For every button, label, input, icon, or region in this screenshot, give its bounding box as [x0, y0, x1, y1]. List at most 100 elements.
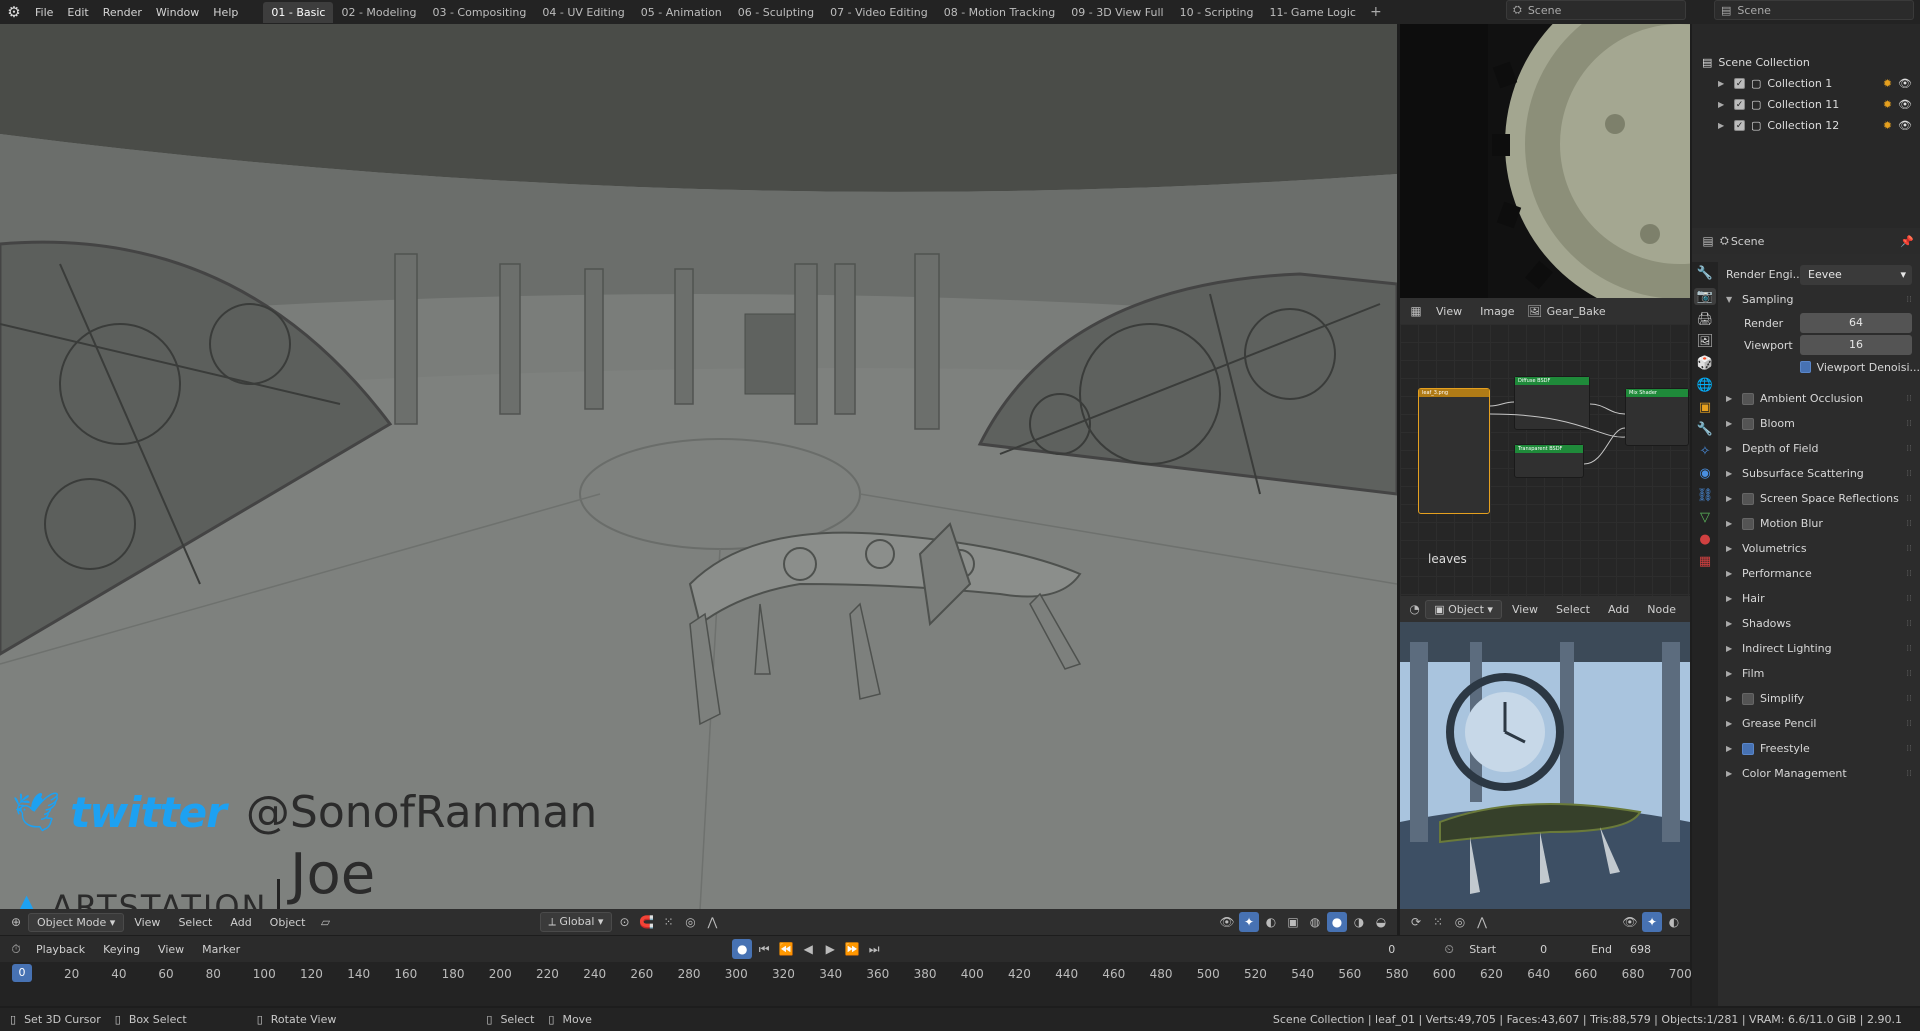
render-engine-dropdown[interactable]: Eevee ▾	[1800, 264, 1912, 285]
object-mode-dropdown[interactable]: Object Mode ▾	[28, 912, 125, 932]
panel-checkbox[interactable]	[1742, 417, 1754, 430]
drag-handle-icon[interactable]: ⁞⁞	[1906, 469, 1912, 479]
outliner-item-collection-11[interactable]: ▶ ✓ ▢ Collection 11 ✹ 👁	[1692, 94, 1920, 115]
drag-handle-icon[interactable]: ⁞⁞	[1906, 419, 1912, 429]
3d-viewport[interactable]: 🕊 twitter @SonofRanman ▲ ARTSTATION Joe …	[0, 24, 1397, 910]
timeline-editor-type-icon[interactable]: ⏱	[6, 939, 26, 959]
tab-08-motion-tracking[interactable]: 08 - Motion Tracking	[936, 2, 1064, 23]
object-tab-icon[interactable]: ▣	[1699, 400, 1711, 415]
collection-checkbox[interactable]: ✓	[1734, 99, 1745, 110]
panel-checkbox[interactable]	[1742, 392, 1754, 405]
gizmo-icon[interactable]: ✦	[1239, 912, 1259, 932]
transform-orientation-dropdown[interactable]: ⟂ Global ▾	[539, 912, 613, 932]
tab-03-compositing[interactable]: 03 - Compositing	[424, 2, 534, 23]
render-snap-icon[interactable]: ⁙	[1428, 912, 1448, 932]
render-samples-field[interactable]: 64	[1800, 313, 1912, 333]
drag-handle-icon[interactable]: ⁞⁞	[1906, 744, 1912, 754]
drag-handle-icon[interactable]: ⁞⁞	[1906, 444, 1912, 454]
panel-ambient-occlusion[interactable]: ▶ Ambient Occlusion ⁞⁞	[1718, 386, 1920, 411]
panel-indirect-lighting[interactable]: ▶ Indirect Lighting ⁞⁞	[1718, 636, 1920, 661]
rendered-shading-icon[interactable]: ◒	[1371, 912, 1391, 932]
render-gizmo-icon[interactable]: ✦	[1642, 912, 1662, 932]
pivot-icon[interactable]: ⊙	[614, 912, 634, 932]
expand-arrow-icon[interactable]: ▶	[1718, 79, 1728, 88]
falloff-icon[interactable]: ⋀	[702, 912, 722, 932]
drag-handle-icon[interactable]: ⁞⁞	[1906, 394, 1912, 404]
constraints-tab-icon[interactable]: ⛓	[1697, 488, 1714, 503]
render-menu-view[interactable]: View	[1504, 601, 1546, 618]
drag-handle-icon[interactable]: ⁞⁞	[1906, 544, 1912, 554]
view-layer-tab-icon[interactable]: 🖼	[1697, 334, 1714, 349]
jump-keyframe-forward-icon[interactable]: ⏩	[842, 939, 862, 959]
drag-handle-icon[interactable]: ⁞⁞	[1906, 569, 1912, 579]
add-workspace-icon[interactable]: +	[1364, 4, 1388, 20]
drag-handle-icon[interactable]: ⁞⁞	[1906, 519, 1912, 529]
viewport-denoise-checkbox[interactable]	[1800, 361, 1811, 373]
viewport-menu-add[interactable]: Add	[222, 914, 259, 931]
box-select-icon[interactable]: ▱	[316, 912, 336, 932]
collection-checkbox[interactable]: ✓	[1734, 120, 1745, 131]
outliner-item-collection-12[interactable]: ▶ ✓ ▢ Collection 12 ✹ 👁	[1692, 115, 1920, 136]
timeline-menu-marker[interactable]: Marker	[194, 941, 248, 958]
visibility-icon[interactable]: 👁	[1217, 912, 1237, 932]
panel-freestyle[interactable]: ▶ Freestyle ⁞⁞	[1718, 736, 1920, 761]
image-browse-icon[interactable]: 🖼	[1525, 301, 1545, 321]
image-editor[interactable]	[1400, 24, 1690, 300]
menu-help[interactable]: Help	[206, 6, 245, 19]
node-editor[interactable]: leaf_3.png Diffuse BSDF Mix Shader Trans…	[1400, 324, 1690, 596]
tab-06-sculpting[interactable]: 06 - Sculpting	[730, 2, 822, 23]
outliner-item-collection-1[interactable]: ▶ ✓ ▢ Collection 1 ✹ 👁	[1692, 73, 1920, 94]
particles-tab-icon[interactable]: ✧	[1700, 444, 1711, 459]
play-reverse-icon[interactable]: ◀	[798, 939, 818, 959]
panel-checkbox[interactable]	[1742, 692, 1754, 705]
tool-tab-icon[interactable]: 🔧	[1697, 266, 1713, 281]
panel-screen-space-reflections[interactable]: ▶ Screen Space Reflections ⁞⁞	[1718, 486, 1920, 511]
visibility-eye-icon[interactable]: 👁	[1898, 119, 1912, 132]
timeline-menu-keying[interactable]: Keying	[95, 941, 148, 958]
drag-handle-icon[interactable]: ⁞⁞	[1906, 719, 1912, 729]
panel-checkbox[interactable]	[1742, 492, 1754, 505]
panel-subsurface-scattering[interactable]: ▶ Subsurface Scattering ⁞⁞	[1718, 461, 1920, 486]
panel-film[interactable]: ▶ Film ⁞⁞	[1718, 661, 1920, 686]
render-proportional-icon[interactable]: ◎	[1450, 912, 1470, 932]
tab-02-modeling[interactable]: 02 - Modeling	[333, 2, 424, 23]
end-frame-field[interactable]: 698	[1630, 943, 1651, 956]
render-falloff-icon[interactable]: ⋀	[1472, 912, 1492, 932]
image-name[interactable]: Gear_Bake	[1547, 305, 1606, 318]
outliner-root[interactable]: ▤ Scene Collection	[1692, 52, 1920, 73]
texture-tab-icon[interactable]: ▦	[1699, 554, 1711, 569]
viewport-menu-view[interactable]: View	[126, 914, 168, 931]
drag-handle-icon[interactable]: ⁞⁞	[1906, 644, 1912, 654]
current-frame-field[interactable]: 0	[1388, 943, 1395, 956]
viewport-samples-field[interactable]: 16	[1800, 335, 1912, 355]
physics-tab-icon[interactable]: ◉	[1699, 466, 1710, 481]
overlays-icon[interactable]: ◐	[1261, 912, 1281, 932]
scene-selector[interactable]: ⛭ Scene	[1506, 0, 1686, 20]
playhead-marker[interactable]: 0	[12, 964, 32, 982]
play-icon[interactable]: ▶	[820, 939, 840, 959]
menu-window[interactable]: Window	[149, 6, 206, 19]
scene-tab-icon[interactable]: 🎲	[1697, 356, 1713, 371]
modifier-tab-icon[interactable]: 🔧	[1697, 422, 1713, 437]
render-mode-dropdown[interactable]: ▣ Object ▾	[1425, 599, 1502, 619]
wireframe-shading-icon[interactable]: ◍	[1305, 912, 1325, 932]
render-visibility-icon[interactable]: 👁	[1620, 912, 1640, 932]
drag-handle-icon[interactable]: ⁞⁞	[1906, 694, 1912, 704]
tab-10-scripting[interactable]: 10 - Scripting	[1172, 2, 1262, 23]
drag-handle-icon[interactable]: ⁞⁞	[1906, 769, 1912, 779]
properties-editor-type-icon[interactable]: ▤	[1698, 231, 1718, 251]
rendered-viewport[interactable]	[1400, 622, 1690, 910]
render-menu-add[interactable]: Add	[1600, 601, 1637, 618]
collection-checkbox[interactable]: ✓	[1734, 78, 1745, 89]
render-menu-select[interactable]: Select	[1548, 601, 1598, 618]
expand-arrow-icon[interactable]: ▶	[1718, 100, 1728, 109]
menu-file[interactable]: File	[28, 6, 60, 19]
panel-motion-blur[interactable]: ▶ Motion Blur ⁞⁞	[1718, 511, 1920, 536]
drag-handle-icon[interactable]: ⁞⁞	[1906, 295, 1912, 305]
tab-11-game-logic[interactable]: 11- Game Logic	[1261, 2, 1363, 23]
menu-render[interactable]: Render	[96, 6, 149, 19]
menu-edit[interactable]: Edit	[60, 6, 95, 19]
panel-color-management[interactable]: ▶ Color Management ⁞⁞	[1718, 761, 1920, 786]
panel-shadows[interactable]: ▶ Shadows ⁞⁞	[1718, 611, 1920, 636]
start-frame-field[interactable]: 0	[1540, 943, 1547, 956]
